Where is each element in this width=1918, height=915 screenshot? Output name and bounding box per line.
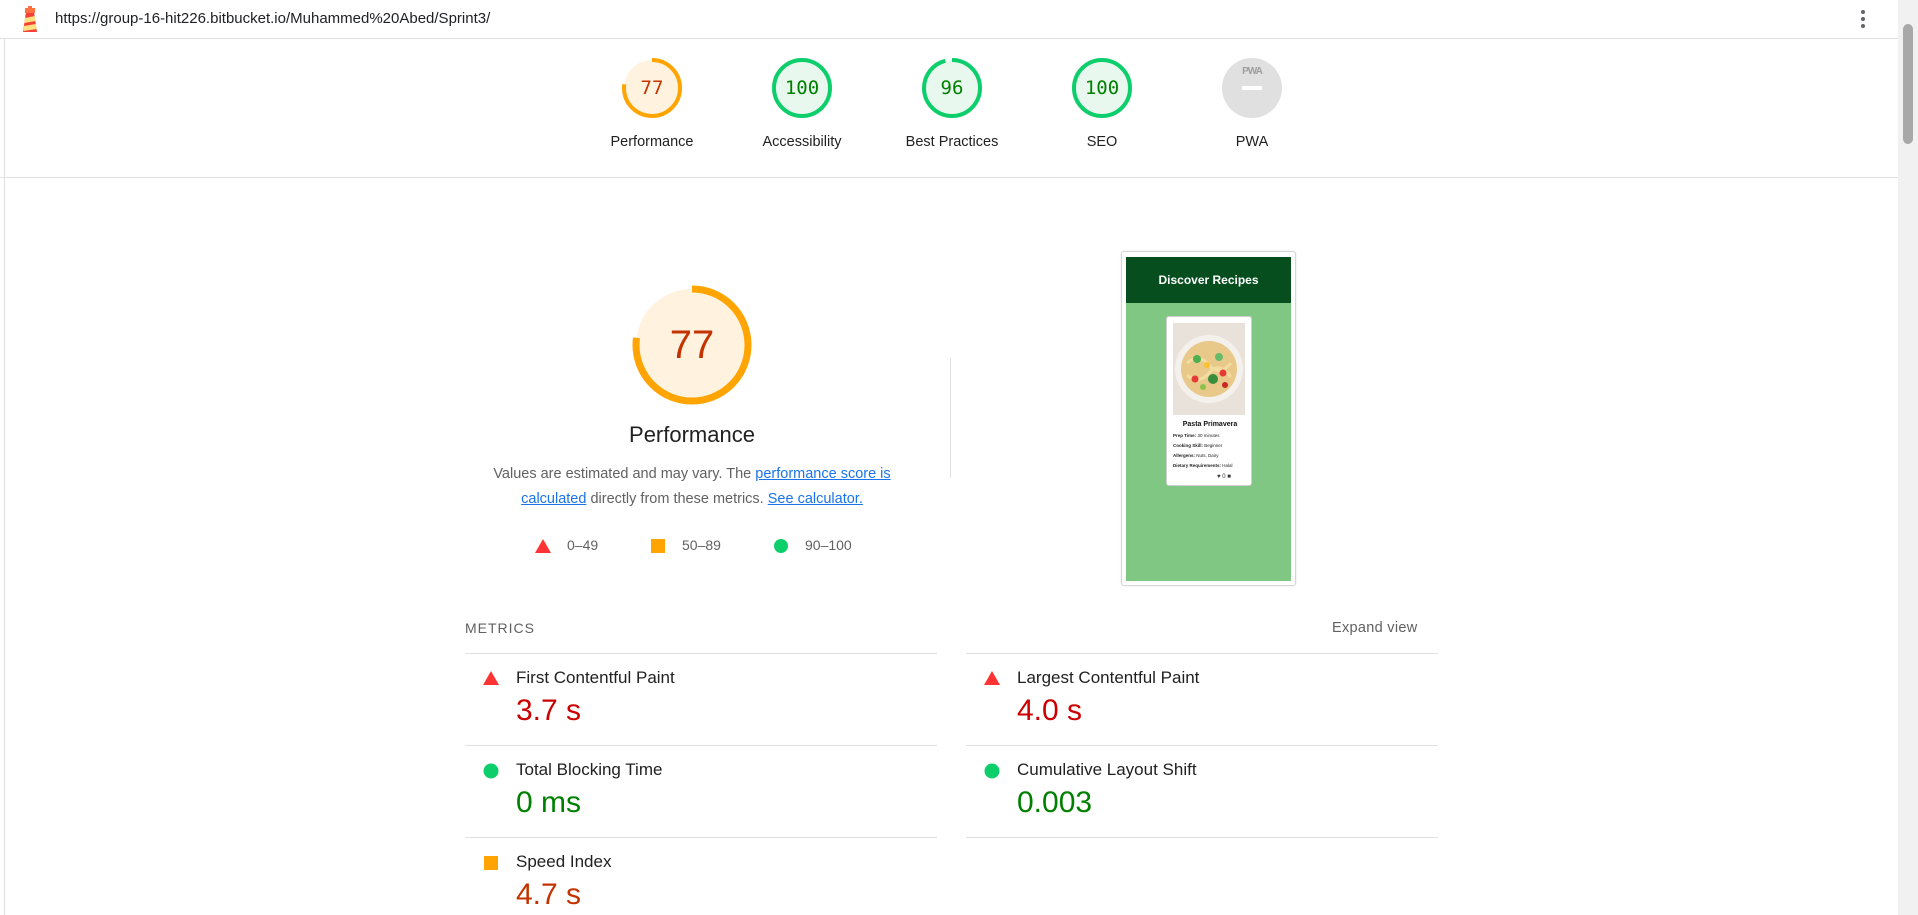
- triangle-icon: [535, 539, 551, 553]
- performance-title: Performance: [629, 422, 755, 447]
- metric-value: 0.003: [1017, 786, 1093, 819]
- recipe-detail: Allergens: Nuts, Dairy: [1173, 453, 1219, 458]
- gauge-accessibility[interactable]: 100 Accessibility: [732, 56, 872, 150]
- section-divider: [950, 358, 951, 478]
- recipe-title: Pasta Primavera: [1182, 421, 1238, 428]
- gauge-label: Best Practices: [905, 134, 999, 150]
- lighthouse-icon: [23, 6, 37, 32]
- metric-value: 0 ms: [516, 786, 582, 819]
- triangle-icon: [483, 671, 499, 685]
- gauge-label: Accessibility: [762, 134, 842, 150]
- gauge-label: PWA: [1235, 134, 1269, 150]
- gauge-score: 96: [940, 77, 964, 99]
- performance-score: 77: [669, 323, 715, 367]
- square-icon: [651, 539, 665, 553]
- triangle-icon: [984, 671, 1000, 685]
- metric-largest-contentful-paint: Largest Contentful Paint 4.0 s: [966, 654, 1436, 746]
- performance-score-gauge: 77: [630, 283, 754, 407]
- heart-icon: ♥: [1217, 474, 1221, 480]
- metric-first-contentful-paint: First Contentful Paint 3.7 s: [465, 654, 935, 746]
- gauge-score: 100: [1084, 77, 1120, 99]
- recipe-actions: ♥ 0 ■: [1217, 474, 1231, 480]
- more-options-icon[interactable]: [1855, 8, 1871, 32]
- pwa-dash-icon: [1242, 86, 1262, 90]
- desc-text: directly from these metrics.: [586, 491, 768, 507]
- desc-text: Values are estimated and may vary. The: [493, 466, 756, 482]
- expand-view-toggle[interactable]: Expand view: [1332, 620, 1418, 636]
- metric-divider: [966, 837, 1438, 838]
- metric-cumulative-layout-shift: Cumulative Layout Shift 0.003: [966, 746, 1436, 838]
- vertical-scrollbar[interactable]: [1898, 0, 1918, 915]
- gauge-performance[interactable]: 77 Performance: [582, 56, 722, 150]
- gauge-score: 100: [784, 77, 820, 99]
- page-url[interactable]: https://group-16-hit226.bitbucket.io/Muh…: [55, 10, 490, 27]
- metric-name: Cumulative Layout Shift: [1017, 760, 1197, 779]
- gauge-best-practices[interactable]: 96 Best Practices: [882, 56, 1022, 150]
- metric-name: Largest Contentful Paint: [1017, 668, 1200, 687]
- final-screenshot[interactable]: Discover Recipes Pasta Primavera Prep Ti…: [1121, 251, 1296, 586]
- metric-name: Total Blocking Time: [516, 760, 663, 779]
- metric-value: 3.7 s: [516, 694, 582, 727]
- circle-icon: [774, 539, 788, 553]
- url-bar: https://group-16-hit226.bitbucket.io/Muh…: [0, 0, 1898, 39]
- metric-name: First Contentful Paint: [516, 668, 675, 687]
- recipe-card: Pasta Primavera Prep Time: 30 minutes Co…: [1166, 316, 1252, 486]
- recipe-detail: Dietary Requirements: Halal: [1173, 463, 1233, 468]
- likes-count: 0: [1222, 474, 1226, 480]
- recipe-image: [1173, 323, 1245, 415]
- legend-range: 90–100: [805, 537, 852, 553]
- pwa-badge-text: PWA: [1242, 66, 1263, 77]
- performance-description: Values are estimated and may vary. The p…: [472, 462, 912, 512]
- gauge-label: SEO: [1086, 134, 1118, 150]
- pasta-dish-image: [1173, 323, 1245, 415]
- gauge-label: Performance: [610, 134, 694, 150]
- gauge-score: 77: [640, 77, 664, 99]
- circle-icon: [984, 763, 1000, 779]
- metrics-heading: METRICS: [465, 620, 535, 636]
- category-gauges: 77 Performance 100 Accessibility 96 Best…: [0, 40, 1898, 178]
- metric-value: 4.0 s: [1017, 694, 1083, 727]
- gauge-seo[interactable]: 100 SEO: [1032, 56, 1172, 150]
- see-calculator-link[interactable]: See calculator.: [768, 491, 863, 507]
- legend-range: 0–49: [567, 537, 599, 553]
- circle-icon: [483, 763, 499, 779]
- bookmark-icon: ■: [1227, 474, 1231, 480]
- metric-name: Speed Index: [516, 852, 612, 871]
- recipe-detail: Prep Time: 30 minutes: [1173, 433, 1220, 438]
- screenshot-viewport: Discover Recipes Pasta Primavera Prep Ti…: [1126, 257, 1291, 581]
- scrollbar-thumb[interactable]: [1903, 24, 1913, 144]
- gauge-pwa[interactable]: PWA PWA: [1182, 56, 1322, 150]
- recipe-detail: Cooking Skill: Beginner: [1173, 443, 1223, 448]
- metric-total-blocking-time: Total Blocking Time 0 ms: [465, 746, 935, 838]
- metric-value: 4.7 s: [516, 878, 582, 911]
- screenshot-header: Discover Recipes: [1126, 257, 1291, 303]
- metric-speed-index: Speed Index 4.7 s: [465, 838, 935, 915]
- square-icon: [484, 856, 498, 870]
- legend-range: 50–89: [682, 537, 721, 553]
